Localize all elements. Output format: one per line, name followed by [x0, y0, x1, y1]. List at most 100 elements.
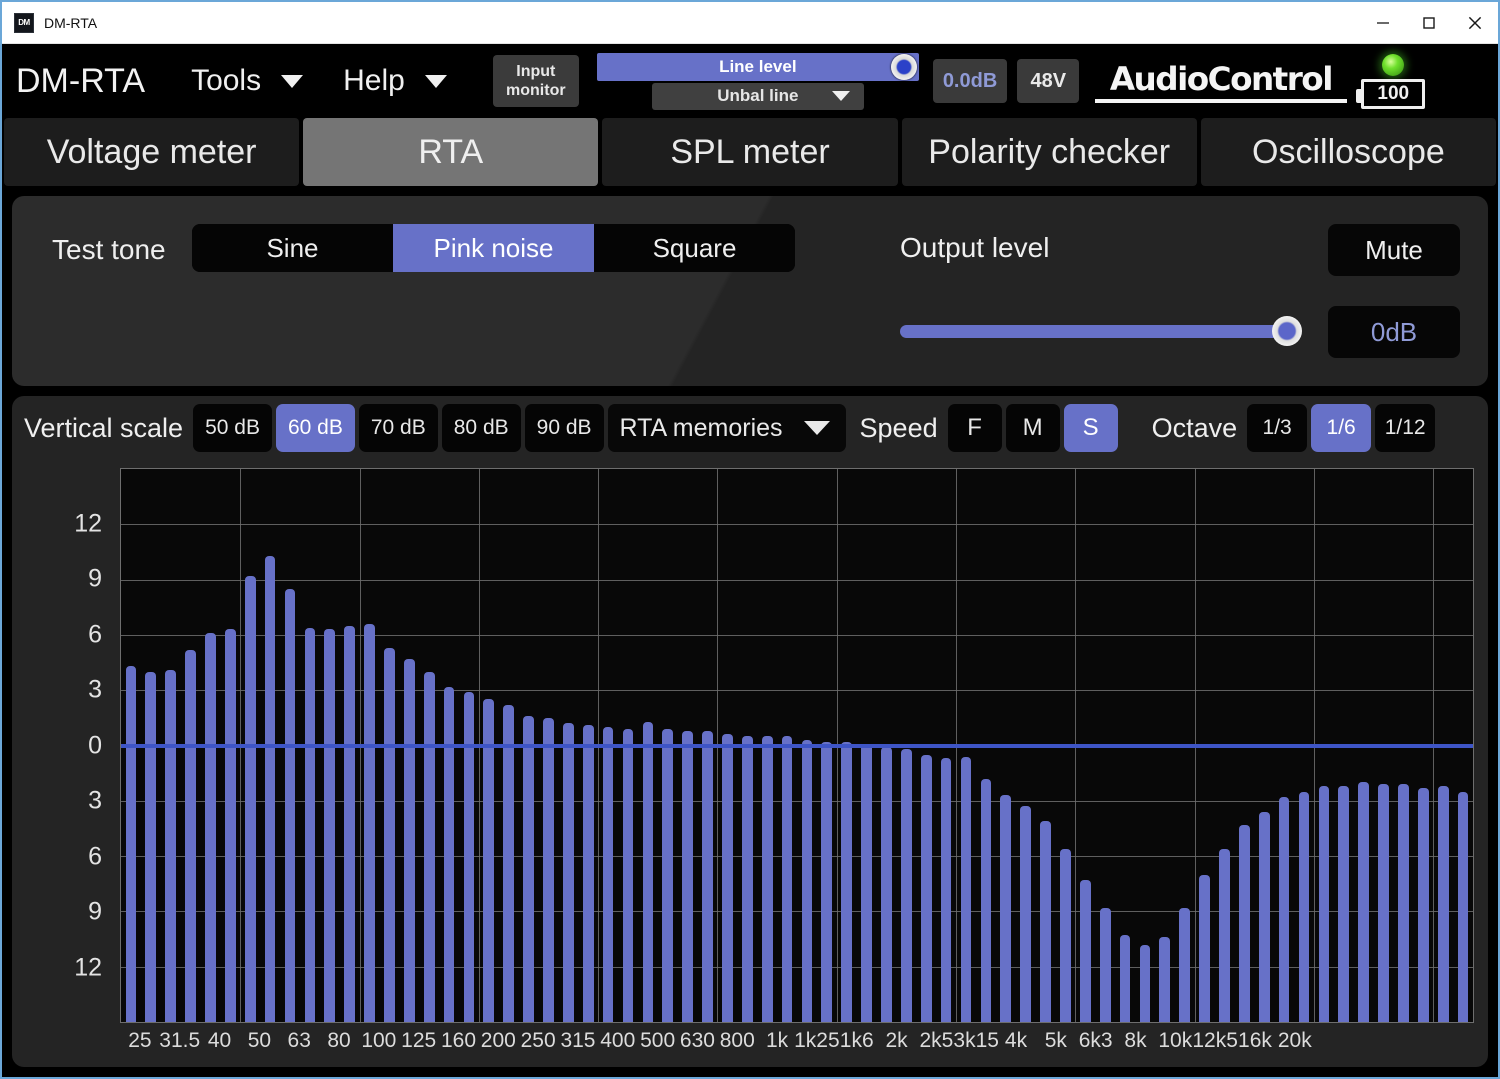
phantom-power-button[interactable]: 48V	[1017, 59, 1080, 103]
tab-voltage-meter[interactable]: Voltage meter	[4, 118, 300, 186]
y-axis-tick-label: 9	[88, 897, 102, 926]
mute-button[interactable]: Mute	[1328, 224, 1460, 276]
input-level-label: Line level	[719, 56, 797, 76]
y-axis-tick-label: 12	[74, 509, 102, 537]
close-button[interactable]	[1452, 2, 1498, 44]
x-axis-tick-label: 315	[560, 1029, 596, 1052]
chevron-down-icon	[281, 74, 304, 88]
y-axis-tick-label: 9	[88, 564, 102, 593]
x-axis-tick-label: 1k25	[794, 1029, 840, 1052]
audiocontrol-logo-text: AudioControl	[1110, 59, 1334, 98]
spectrum-bar	[205, 633, 216, 1022]
spectrum-bar	[463, 692, 475, 1022]
spectrum-bar	[125, 666, 137, 1022]
maximize-button[interactable]	[1406, 2, 1452, 44]
main-tabs: Voltage meter RTA SPL meter Polarity che…	[2, 118, 1498, 190]
input-level-slider[interactable]: Line level	[596, 52, 919, 81]
spectrum-bar	[244, 575, 256, 1022]
tab-oscilloscope-label: Oscilloscope	[1252, 132, 1445, 171]
y-axis-tick-label: 6	[88, 842, 102, 870]
spectrum-bar	[682, 730, 693, 1022]
x-axis-tick-label: 12k5	[1192, 1029, 1238, 1052]
rta-memories-select[interactable]: RTA memories	[607, 404, 846, 452]
spectrum-bar	[562, 723, 574, 1022]
input-selector-group: Line level Unbal line	[593, 51, 923, 111]
speed-slow-button[interactable]: S	[1063, 404, 1118, 452]
tab-oscilloscope[interactable]: Oscilloscope	[1200, 118, 1497, 186]
vertical-scale-label: Vertical scale	[24, 412, 184, 443]
x-axis-tick-label: 25	[128, 1029, 152, 1052]
maximize-icon	[1423, 16, 1435, 29]
spectrum-bar	[920, 754, 932, 1022]
spectrum-bar	[801, 739, 813, 1022]
vertical-scale-50db[interactable]: 50 dB	[193, 404, 272, 452]
vertical-scale-90db[interactable]: 90 dB	[524, 404, 604, 452]
spectrum-bar	[980, 778, 992, 1022]
x-axis: 25 31.5 40 50 63 80 100 125 160 200 250 315 400 500 63…	[120, 1025, 1474, 1067]
output-level-value-button[interactable]: 0dB	[1328, 306, 1460, 358]
window-title: DM-RTA	[44, 14, 98, 31]
input-level-knob[interactable]	[890, 53, 917, 80]
tab-rta[interactable]: RTA	[303, 118, 599, 186]
test-tone-pink-noise-button[interactable]: Pink noise	[393, 224, 594, 272]
plot-wrapper: 25 31.5 40 50 63 80 100 125 160 200 250 315 400 500 63…	[120, 460, 1474, 1067]
spectrum-bar	[1219, 848, 1230, 1022]
test-tone-sine-button[interactable]: Sine	[192, 224, 393, 272]
speed-medium-button[interactable]: M	[1005, 404, 1060, 452]
menu-tools[interactable]: Tools	[191, 64, 304, 98]
x-axis-tick-label: 160	[440, 1029, 477, 1052]
input-type-select[interactable]: Unbal line	[651, 82, 864, 110]
speed-label: Speed	[859, 412, 938, 443]
spectrum-bar	[145, 671, 157, 1022]
speed-group: F M S	[947, 404, 1118, 452]
menu-help[interactable]: Help	[343, 64, 447, 98]
tab-voltage-meter-label: Voltage meter	[46, 132, 257, 171]
y-axis-tick-label: 12	[74, 953, 102, 981]
x-axis-tick-label: 400	[600, 1029, 636, 1052]
battery-level-value: 100	[1377, 82, 1410, 104]
input-type-value: Unbal line	[717, 86, 799, 105]
vertical-scale-60db[interactable]: 60 dB	[275, 404, 355, 452]
output-level-slider[interactable]	[900, 314, 1302, 348]
spectrum-bar	[384, 647, 395, 1022]
spectrum-bar	[1079, 880, 1091, 1022]
spectrum-bar	[443, 686, 455, 1022]
output-level-knob[interactable]	[1272, 316, 1302, 346]
output-level-track[interactable]	[900, 316, 1302, 346]
speed-fast-button[interactable]: F	[947, 404, 1002, 452]
test-tone-square-button[interactable]: Square	[594, 224, 795, 272]
octave-group: 1/3 1/6 1/12	[1247, 404, 1436, 452]
octave-twelfth-button[interactable]: 1/12	[1375, 404, 1436, 452]
x-axis-tick-label: 500	[640, 1029, 676, 1052]
spectrum-bar	[841, 741, 853, 1022]
spectrum-bar	[304, 627, 316, 1022]
input-monitor-line1: Input	[516, 63, 556, 80]
tab-spl-meter[interactable]: SPL meter	[602, 118, 898, 186]
rta-panel: Vertical scale 50 dB 60 dB 70 dB 80 dB 9…	[12, 396, 1488, 1067]
spectrum-bar	[483, 699, 495, 1022]
input-monitor-button[interactable]: Input monitor	[492, 55, 579, 107]
vertical-scale-80db[interactable]: 80 dB	[441, 404, 521, 452]
rta-chart: 12 9 6 3 0 3 6 9 12 25 31.5 40 50 63 80 100 125 160 200 25…	[12, 460, 1488, 1067]
spectrum-plot[interactable]	[120, 468, 1474, 1023]
spectrum-bar	[264, 555, 276, 1022]
x-axis-tick-label: 2k5	[919, 1029, 954, 1052]
spectrum-bar	[702, 730, 713, 1022]
spectrum-bar	[1417, 787, 1429, 1022]
vertical-scale-group: 50 dB 60 dB 70 dB 80 dB 90 dB	[193, 404, 604, 452]
spectrum-bar	[1139, 944, 1151, 1022]
octave-label: Octave	[1151, 412, 1238, 443]
minimize-button[interactable]	[1360, 2, 1406, 44]
gain-value-button[interactable]: 0.0dB	[932, 59, 1008, 103]
spectrum-bar	[364, 623, 375, 1022]
spectrum-bar	[1378, 784, 1389, 1022]
tab-polarity-checker[interactable]: Polarity checker	[901, 118, 1197, 186]
x-axis-tick-label: 2k	[885, 1029, 908, 1052]
x-axis-tick-label: 100	[361, 1029, 397, 1052]
output-level-label: Output level	[900, 232, 1050, 263]
tab-rta-label: RTA	[418, 132, 484, 171]
octave-third-button[interactable]: 1/3	[1247, 404, 1308, 452]
octave-sixth-button[interactable]: 1/6	[1311, 404, 1372, 452]
vertical-scale-70db[interactable]: 70 dB	[358, 404, 438, 452]
spectrum-bar	[324, 629, 336, 1022]
